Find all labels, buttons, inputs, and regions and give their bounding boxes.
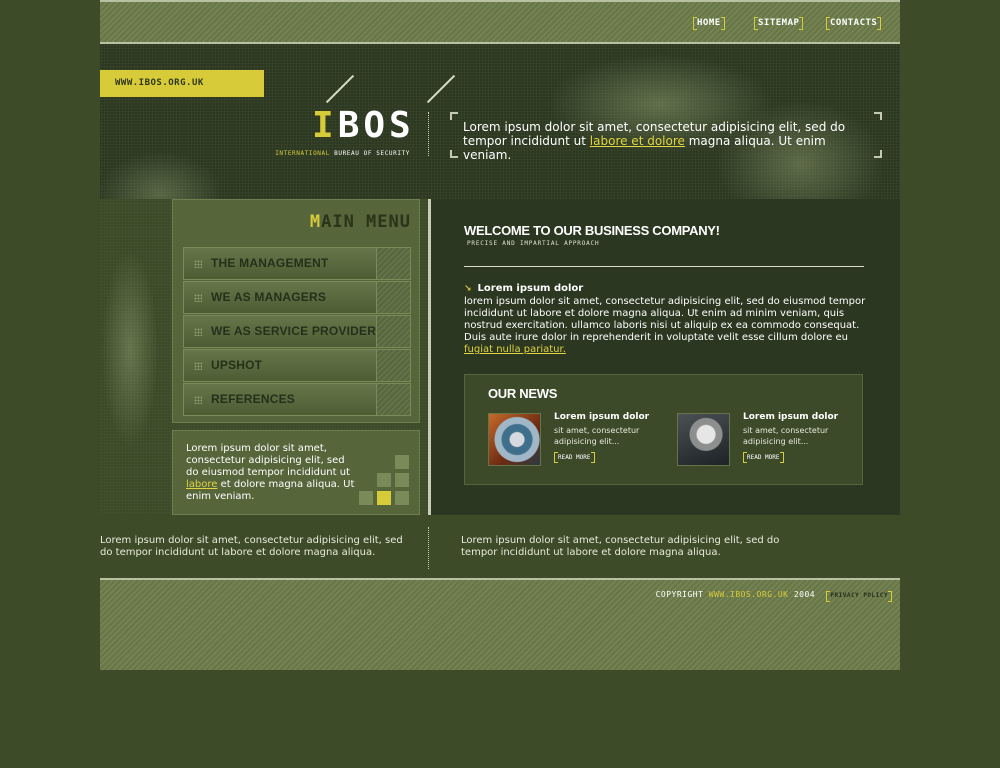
lead-body: lorem ipsum dolor sit amet, consectetur … <box>464 296 869 356</box>
privacy-policy-link[interactable]: PRIVACY POLICY <box>826 591 892 602</box>
lead-body-link[interactable]: fugiat nulla pariatur. <box>464 344 566 355</box>
lead-body-text: lorem ipsum dolor sit amet, consectetur … <box>464 296 866 343</box>
nav-sitemap-link[interactable]: SITEMAP <box>754 17 804 30</box>
decor-slash <box>325 74 355 104</box>
hero-quote-link[interactable]: labore et dolore <box>590 134 685 148</box>
hero-quote: Lorem ipsum dolor sit amet, consectetur … <box>450 112 882 162</box>
hero-map-banner: WWW.IBOS.ORG.UK IBOS INTERNATIONAL BUREA… <box>100 44 900 199</box>
menu-item-thumb <box>376 248 410 279</box>
news-title: OUR NEWS <box>488 386 558 401</box>
decor-square <box>395 473 409 487</box>
menu-item-we-as-managers[interactable]: WE AS MANAGERS <box>183 281 411 314</box>
logo-text: BOS <box>337 105 415 146</box>
news-item-text: sit amet, consectetur adipisicing elit..… <box>743 426 829 446</box>
welcome-subtitle: PRECISE AND IMPARTIAL APPROACH <box>467 240 600 247</box>
menu-item-thumb <box>376 350 410 381</box>
decor-square <box>359 491 373 505</box>
decor-square <box>395 491 409 505</box>
grid-dots-icon <box>194 260 202 268</box>
lead-heading: ↘ Lorem ipsum dolor <box>464 283 583 294</box>
bottom-divider <box>428 527 429 569</box>
nav-home-link[interactable]: HOME <box>693 17 725 30</box>
menu-item-the-management[interactable]: THE MANAGEMENT <box>183 247 411 280</box>
menu-item-thumb <box>376 316 410 347</box>
decor-square <box>395 455 409 469</box>
main-menu: MAIN MENU THE MANAGEMENT WE AS MANAGERS … <box>172 199 420 423</box>
bottom-left-text: Lorem ipsum dolor sit amet, consectetur … <box>100 535 403 558</box>
welcome-divider <box>464 266 864 267</box>
decor-slash <box>426 74 456 104</box>
top-nav-bar: HOME SITEMAP CONTACTS <box>100 0 900 44</box>
news-image-padlock[interactable] <box>677 413 730 466</box>
arrow-bullet-icon: ↘ <box>464 284 472 294</box>
menu-item-we-as-service-provider[interactable]: WE AS SERVICE PROVIDER <box>183 315 411 348</box>
decor-square <box>377 473 391 487</box>
main-menu-title: MAIN MENU <box>310 212 411 232</box>
menu-title-text: AIN MENU <box>321 212 411 232</box>
menu-item-label: REFERENCES <box>211 392 296 406</box>
site-url-tag[interactable]: WWW.IBOS.ORG.UK <box>100 70 264 97</box>
menu-item-upshot[interactable]: UPSHOT <box>183 349 411 382</box>
menu-item-thumb <box>376 282 410 313</box>
logo-tagline-text: BUREAU OF SECURITY <box>334 150 410 157</box>
news-image-security-lock[interactable] <box>488 413 541 466</box>
nav-contacts-link[interactable]: CONTACTS <box>826 17 882 30</box>
news-item-heading[interactable]: Lorem ipsum dolor <box>743 412 838 422</box>
menu-item-thumb <box>376 384 410 415</box>
copyright-year: 2004 <box>793 590 816 599</box>
logo-accent: I <box>312 105 338 146</box>
bracket-icon <box>450 112 458 120</box>
bracket-icon <box>874 150 882 158</box>
left-note-text: Lorem ipsum dolor sit amet, consectetur … <box>186 443 350 478</box>
left-column: MAIN MENU THE MANAGEMENT WE AS MANAGERS … <box>100 199 428 515</box>
site-logo[interactable]: IBOS <box>312 108 412 144</box>
logo-tagline-accent: INTERNATIONAL <box>275 150 330 157</box>
news-item-text: sit amet, consectetur adipisicing elit..… <box>554 426 640 446</box>
copyright: COPYRIGHT WWW.IBOS.ORG.UK 2004 PRIVACY P… <box>655 590 892 602</box>
bracket-icon <box>450 150 458 158</box>
grid-dots-icon <box>194 328 202 336</box>
menu-item-label: UPSHOT <box>211 358 263 372</box>
news-section: OUR NEWS Lorem ipsum dolor sit amet, con… <box>464 374 863 485</box>
hero-divider <box>428 112 429 156</box>
grid-dots-icon <box>194 294 202 302</box>
left-note-link[interactable]: labore <box>186 479 217 490</box>
read-more-button[interactable]: READ MORE <box>743 452 784 463</box>
news-item-heading[interactable]: Lorem ipsum dolor <box>554 412 649 422</box>
decor-square-accent <box>377 491 391 505</box>
page: HOME SITEMAP CONTACTS WWW.IBOS.ORG.UK IB… <box>100 0 900 670</box>
left-note-box: Lorem ipsum dolor sit amet, consectetur … <box>172 430 420 515</box>
welcome-title: WELCOME TO OUR BUSINESS COMPANY! <box>464 223 720 238</box>
menu-item-label: WE AS SERVICE PROVIDER <box>211 324 377 338</box>
menu-title-accent: M <box>309 212 322 232</box>
logo-tagline: INTERNATIONAL BUREAU OF SECURITY <box>236 150 410 157</box>
menu-item-references[interactable]: REFERENCES <box>183 383 411 416</box>
menu-item-label: THE MANAGEMENT <box>211 256 329 270</box>
copyright-label: COPYRIGHT <box>655 590 704 599</box>
menu-item-label: WE AS MANAGERS <box>211 290 327 304</box>
grid-dots-icon <box>194 396 202 404</box>
read-more-button[interactable]: READ MORE <box>554 452 595 463</box>
copyright-site-link[interactable]: WWW.IBOS.ORG.UK <box>709 590 789 599</box>
main-content: WELCOME TO OUR BUSINESS COMPANY! PRECISE… <box>428 199 900 515</box>
lead-heading-text: Lorem ipsum dolor <box>477 283 584 294</box>
grid-dots-icon <box>194 362 202 370</box>
footer: COPYRIGHT WWW.IBOS.ORG.UK 2004 PRIVACY P… <box>100 578 900 670</box>
bracket-icon <box>874 112 882 120</box>
bottom-right-text: Lorem ipsum dolor sit amet, consectetur … <box>461 535 780 558</box>
